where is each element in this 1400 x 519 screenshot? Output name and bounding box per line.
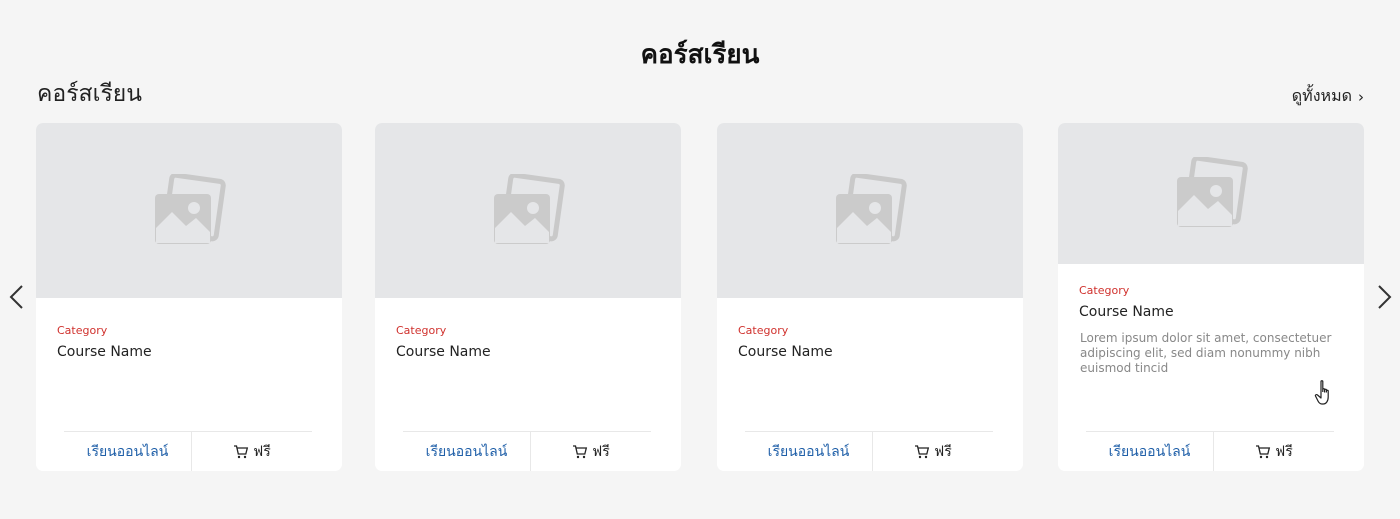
course-category: Category [1079,284,1130,297]
learn-online-button[interactable]: เรียนออนไลน์ [745,432,873,471]
see-all-label: ดูทั้งหมด [1291,86,1352,105]
course-thumbnail [1058,123,1364,264]
hand-cursor-icon [1314,380,1329,405]
image-placeholder-icon [155,173,226,244]
free-cart-button[interactable]: ฟรี [192,432,312,471]
course-thumbnail [36,123,342,298]
course-category: Category [738,324,789,337]
learn-online-button[interactable]: เรียนออนไลน์ [1086,432,1214,471]
free-cart-button[interactable]: ฟรี [873,432,993,471]
page-title: คอร์สเรียน [640,40,760,70]
course-name: Course Name [396,344,491,360]
image-placeholder-icon [1177,156,1248,227]
course-card-hovered[interactable]: Category Course Name Lorem ipsum dolor s… [1058,123,1364,471]
course-thumbnail [717,123,1023,298]
learn-online-button[interactable]: เรียนออนไลน์ [403,432,531,471]
image-placeholder-icon [836,173,907,244]
free-label: ฟรี [934,443,952,460]
chevron-left-icon [9,285,23,309]
free-cart-button[interactable]: ฟรี [1214,432,1334,471]
course-section: คอร์สเรียน คอร์สเรียน ดูทั้งหมด › Catego… [0,0,1400,519]
carousel-prev-button[interactable] [5,282,27,312]
chevron-right-icon [1378,285,1392,309]
image-placeholder-icon [494,173,565,244]
cart-icon [234,444,249,458]
card-footer: เรียนออนไลน์ ฟรี [64,431,312,471]
carousel-next-button[interactable] [1374,282,1396,312]
free-label: ฟรี [253,443,271,460]
course-card[interactable]: Category Course Name เรียนออนไลน์ ฟรี [375,123,681,471]
learn-online-button[interactable]: เรียนออนไลน์ [64,432,192,471]
cart-icon [1256,444,1271,458]
course-category: Category [396,324,447,337]
free-label: ฟรี [592,443,610,460]
free-cart-button[interactable]: ฟรี [531,432,651,471]
course-name: Course Name [57,344,152,360]
course-name: Course Name [1079,304,1174,320]
card-footer: เรียนออนไลน์ ฟรี [403,431,651,471]
cart-icon [915,444,930,458]
course-card[interactable]: Category Course Name เรียนออนไลน์ ฟรี [717,123,1023,471]
course-category: Category [57,324,108,337]
free-label: ฟรี [1275,443,1293,460]
see-all-link[interactable]: ดูทั้งหมด › [1292,84,1364,109]
course-thumbnail [375,123,681,298]
card-footer: เรียนออนไลน์ ฟรี [745,431,993,471]
course-description: Lorem ipsum dolor sit amet, consectetuer… [1080,331,1332,375]
chevron-right-icon: › [1358,87,1364,106]
course-name: Course Name [738,344,833,360]
cart-icon [573,444,588,458]
card-footer: เรียนออนไลน์ ฟรี [1086,431,1334,471]
course-card[interactable]: Category Course Name เรียนออนไลน์ ฟรี [36,123,342,471]
section-title: คอร์สเรียน [37,81,143,107]
